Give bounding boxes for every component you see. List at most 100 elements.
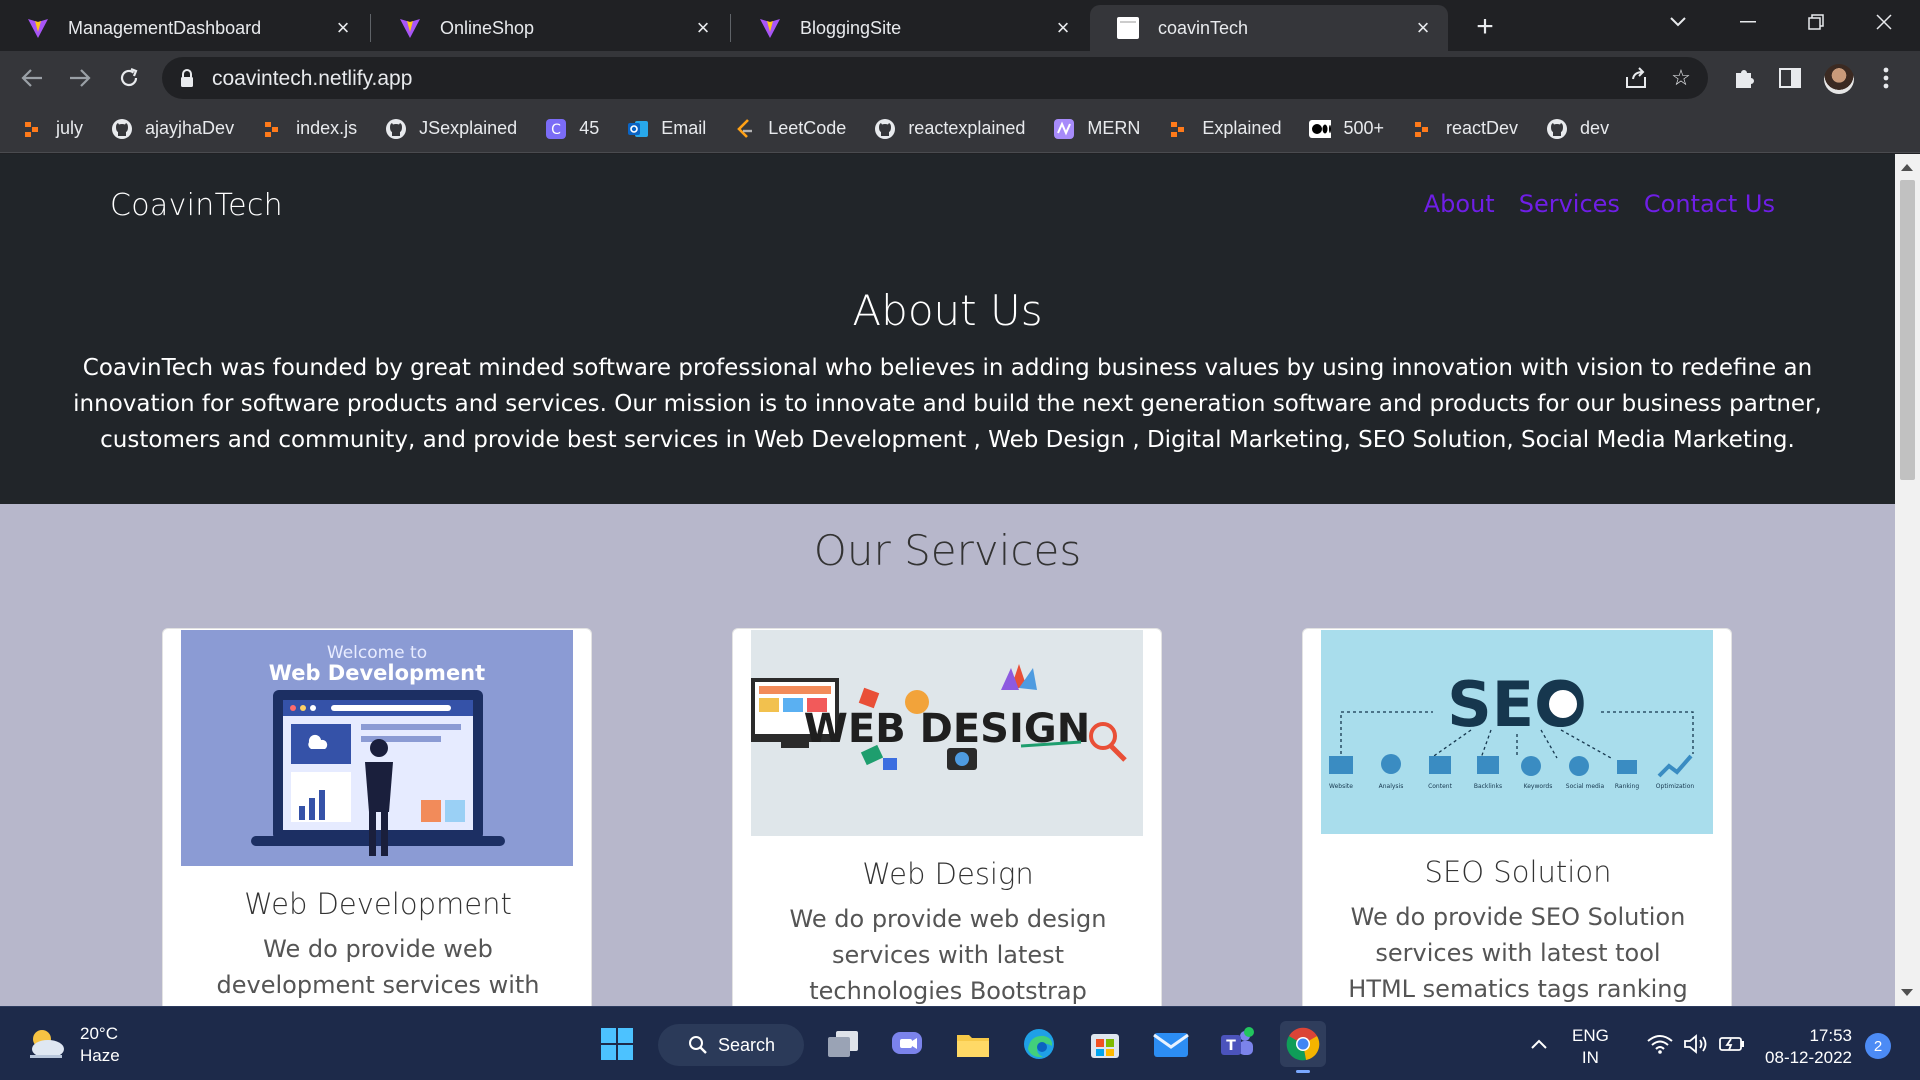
service-card-seo-solution: SEO Website Analysis Content Backlinks K… bbox=[1302, 628, 1732, 1006]
bookmark-label: reactexplained bbox=[908, 118, 1026, 138]
bookmark-july[interactable]: july bbox=[22, 118, 83, 140]
scroll-up-arrow-icon[interactable] bbox=[1901, 164, 1913, 171]
site-brand[interactable]: CoavinTech bbox=[110, 188, 283, 223]
url-text: coavintech.netlify.app bbox=[212, 67, 413, 90]
active-indicator bbox=[1296, 1070, 1310, 1073]
about-text: CoavinTech was founded by great minded s… bbox=[73, 355, 1822, 453]
service-title: SEO Solution bbox=[1424, 855, 1612, 889]
back-button[interactable] bbox=[14, 60, 50, 96]
file-explorer-icon[interactable] bbox=[950, 1021, 996, 1067]
share-icon[interactable] bbox=[1624, 65, 1650, 91]
volume-icon bbox=[1683, 1033, 1709, 1055]
bookmark-reactexplained[interactable]: reactexplained bbox=[874, 118, 1025, 140]
taskbar-search-button[interactable]: Search bbox=[658, 1024, 804, 1066]
extensions-icon[interactable] bbox=[1730, 64, 1758, 92]
show-hidden-icons-chevron-icon[interactable] bbox=[1524, 1021, 1554, 1067]
clock-date: 08-12-2022 bbox=[1765, 1048, 1852, 1067]
battery-charging-icon bbox=[1719, 1035, 1745, 1053]
seo-step-label: Content bbox=[1428, 783, 1453, 790]
service-description: We do provide SEO Solution services with… bbox=[1348, 903, 1688, 1003]
bookmark-mern[interactable]: MERN bbox=[1053, 118, 1140, 140]
nav-about-link[interactable]: About bbox=[1424, 190, 1495, 218]
scroll-down-arrow-icon[interactable] bbox=[1901, 989, 1913, 996]
mail-icon[interactable] bbox=[1148, 1021, 1194, 1067]
bookmark-index-js[interactable]: index.js bbox=[262, 118, 357, 140]
service-title: Web Design bbox=[862, 857, 1034, 891]
tab-management-dashboard[interactable]: ManagementDashboard × bbox=[0, 5, 368, 51]
bookmark-label: Explained bbox=[1202, 118, 1282, 138]
side-panel-icon[interactable] bbox=[1776, 64, 1804, 92]
reload-button[interactable] bbox=[111, 60, 147, 96]
bookmark-star-icon[interactable]: ☆ bbox=[1668, 65, 1694, 91]
bookmark-email[interactable]: Email bbox=[627, 118, 706, 140]
search-icon bbox=[688, 1035, 708, 1055]
teams-icon[interactable]: T bbox=[1214, 1021, 1260, 1067]
tab-blogging-site[interactable]: BloggingSite × bbox=[732, 5, 1088, 51]
vite-icon bbox=[398, 16, 422, 40]
bookmark-label: index.js bbox=[296, 118, 358, 138]
browser-toolbar: coavintech.netlify.app ☆ bbox=[0, 51, 1920, 105]
close-icon[interactable]: × bbox=[1412, 15, 1434, 40]
start-button[interactable] bbox=[594, 1021, 640, 1067]
seo-step-label: Optimization bbox=[1656, 783, 1695, 790]
service-description: We do provide web development services w… bbox=[216, 935, 540, 999]
bookmark-explained[interactable]: Explained bbox=[1168, 118, 1281, 140]
seo-step-label: Social media bbox=[1566, 783, 1605, 790]
web-development-image: Welcome to Web Development bbox=[181, 630, 573, 866]
bookmarks-bar: july ajayjhaDev index.js JSexplained C 4… bbox=[0, 105, 1920, 153]
bookmark-leetcode[interactable]: LeetCode bbox=[734, 118, 846, 140]
service-title: Web Development bbox=[244, 887, 512, 921]
language-indicator[interactable]: ENG IN bbox=[1572, 1025, 1609, 1069]
bookmark-label: july bbox=[56, 118, 84, 138]
close-window-button[interactable] bbox=[1856, 0, 1912, 44]
edge-browser-icon[interactable] bbox=[1016, 1021, 1062, 1067]
bookmark-500[interactable]: 500+ bbox=[1309, 118, 1384, 140]
vite-icon bbox=[26, 16, 50, 40]
bookmark-45[interactable]: C 45 bbox=[545, 118, 599, 140]
bookmark-reactdev[interactable]: reactDev bbox=[1412, 118, 1518, 140]
address-bar[interactable]: coavintech.netlify.app ☆ bbox=[162, 57, 1708, 99]
minimize-button[interactable] bbox=[1720, 0, 1776, 44]
tab-strip: ManagementDashboard × OnlineShop × Blogg… bbox=[0, 0, 1920, 51]
teams-chat-icon[interactable] bbox=[884, 1021, 930, 1067]
weather-haze-icon bbox=[26, 1027, 66, 1063]
c-badge-icon: C bbox=[545, 118, 567, 140]
image-caption-big: Web Development bbox=[269, 661, 485, 685]
close-icon[interactable]: × bbox=[1052, 15, 1074, 40]
bookmark-label: MERN bbox=[1087, 118, 1141, 138]
page-scrollbar[interactable] bbox=[1895, 154, 1920, 1006]
close-icon[interactable]: × bbox=[692, 15, 714, 40]
bookmark-jsexplained[interactable]: JSexplained bbox=[385, 118, 517, 140]
close-icon[interactable]: × bbox=[332, 15, 354, 40]
kebab-menu-icon[interactable] bbox=[1872, 64, 1900, 92]
seo-step-label: Backlinks bbox=[1474, 783, 1502, 790]
scrollbar-thumb[interactable] bbox=[1900, 180, 1915, 480]
bookmark-label: Email bbox=[661, 118, 707, 138]
profile-avatar[interactable] bbox=[1824, 64, 1854, 94]
forward-button[interactable] bbox=[62, 60, 98, 96]
task-view-icon[interactable] bbox=[820, 1021, 866, 1067]
bookmark-dev[interactable]: dev bbox=[1546, 118, 1609, 140]
outlook-icon bbox=[627, 118, 649, 140]
github-icon bbox=[111, 118, 133, 140]
tab-online-shop[interactable]: OnlineShop × bbox=[372, 5, 728, 51]
seo-step-label: Analysis bbox=[1379, 783, 1404, 790]
nav-services-link[interactable]: Services bbox=[1519, 190, 1620, 218]
svg-text:C: C bbox=[551, 122, 561, 138]
chrome-icon[interactable] bbox=[1280, 1021, 1326, 1073]
new-tab-button[interactable]: + bbox=[1466, 8, 1504, 46]
bookmark-ajayjhadev[interactable]: ajayjhaDev bbox=[111, 118, 234, 140]
tab-coavintech[interactable]: coavinTech × bbox=[1090, 5, 1448, 51]
orange-dots-icon bbox=[1412, 118, 1434, 140]
clock[interactable]: 17:53 08-12-2022 bbox=[1762, 1025, 1852, 1069]
nav-contact-link[interactable]: Contact Us bbox=[1644, 190, 1775, 218]
tab-search-chevron-icon[interactable] bbox=[1650, 0, 1706, 44]
microsoft-store-icon[interactable] bbox=[1082, 1021, 1128, 1067]
seo-step-label: Ranking bbox=[1615, 783, 1639, 790]
restore-button[interactable] bbox=[1788, 0, 1844, 44]
system-tray-status[interactable] bbox=[1636, 1021, 1756, 1067]
tab-divider bbox=[370, 14, 371, 42]
notification-badge[interactable]: 2 bbox=[1865, 1033, 1891, 1059]
weather-widget[interactable]: 20°C Haze bbox=[26, 1023, 120, 1067]
service-card-web-development: Welcome to Web Development Web Developme… bbox=[162, 628, 592, 1006]
